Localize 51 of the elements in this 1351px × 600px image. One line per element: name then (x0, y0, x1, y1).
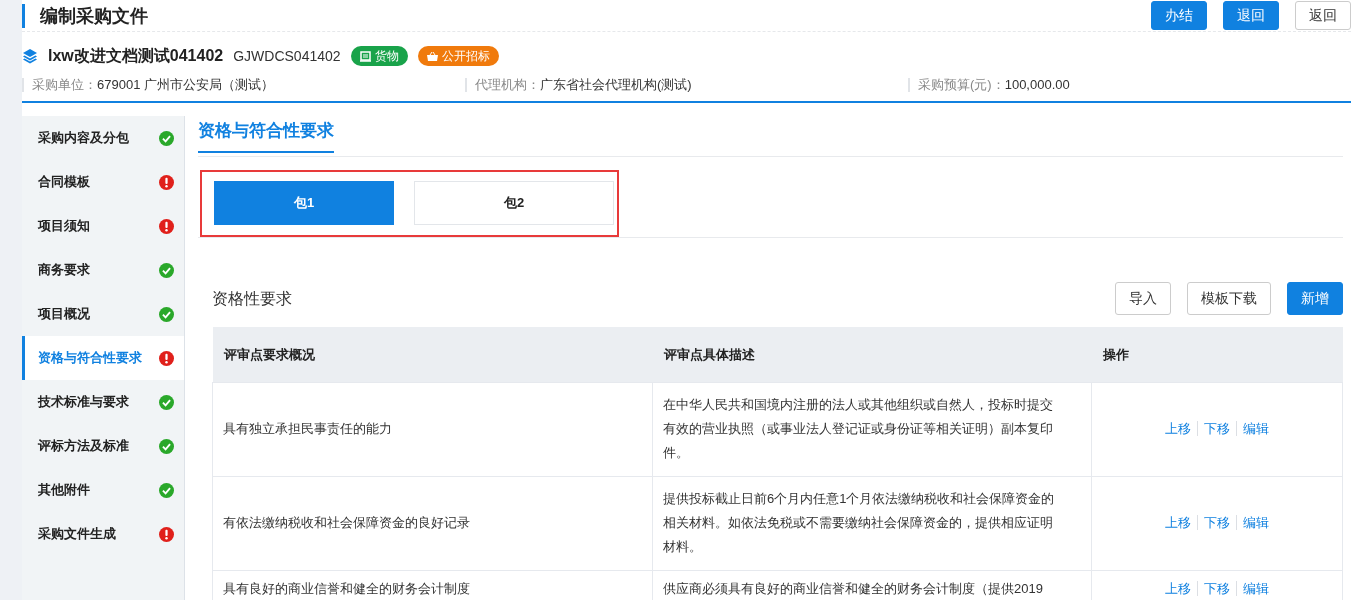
info-value: 广东省社会代理机构(测试) (540, 77, 692, 92)
header-button[interactable]: 办结 (1151, 1, 1207, 30)
info-value: 100,000.00 (1004, 77, 1070, 92)
table-cell: 在中华人民共和国境内注册的法人或其他组织或自然人，投标时提交有效的营业执照（或事业法人登记证或身份证等相关证明）副本复印件。 (652, 382, 1092, 476)
sidebar-item[interactable]: 其他附件 (22, 468, 184, 512)
column-header: 操作 (1091, 327, 1343, 382)
table-cell: 有依法缴纳税收和社会保障资金的良好记录 (212, 476, 653, 570)
section-title: 资格与符合性要求 (198, 116, 334, 153)
sidebar-item[interactable]: 项目须知 (22, 204, 184, 248)
table-cell: 具有良好的商业信誉和健全的财务会计制度 (212, 570, 653, 600)
column-header: 评审点具体描述 (652, 327, 1092, 382)
info-label: 代理机构： (475, 77, 540, 92)
action-link[interactable]: 上移 (1159, 421, 1197, 436)
sidebar-item[interactable]: 项目概况 (22, 292, 184, 336)
sidebar-item[interactable]: 合同模板 (22, 160, 184, 204)
package-tab[interactable]: 包2 (414, 181, 614, 225)
toolbar-button[interactable]: 模板下载 (1187, 282, 1271, 315)
action-link[interactable]: 下移 (1197, 421, 1236, 436)
column-header: 评审点要求概况 (212, 327, 653, 382)
page-title: 编制采购文件 (22, 3, 148, 28)
panel-title: 资格性要求 (212, 288, 292, 309)
action-link[interactable]: 编辑 (1236, 580, 1275, 596)
header-button[interactable]: 返回 (1295, 1, 1351, 30)
action-link[interactable]: 下移 (1197, 580, 1236, 596)
action-link[interactable]: 编辑 (1236, 421, 1275, 436)
table-cell: 具有独立承担民事责任的能力 (212, 382, 653, 476)
toolbar-button[interactable]: 新增 (1287, 282, 1343, 315)
basket-icon (426, 50, 438, 62)
project-code: GJWDCS041402 (233, 46, 341, 66)
sidebar-item[interactable]: 评标方法及标准 (22, 424, 184, 468)
package-tab[interactable]: 包1 (214, 181, 394, 225)
action-link[interactable]: 编辑 (1236, 515, 1275, 530)
info-label: 采购预算(元)： (918, 77, 1005, 92)
project-name: lxw改进文档测试041402 (48, 46, 224, 66)
sidebar-item[interactable]: 资格与符合性要求 (22, 336, 184, 380)
document-icon (359, 50, 371, 62)
tag-label: 货物 (374, 48, 399, 65)
toolbar-button[interactable]: 导入 (1115, 282, 1171, 315)
info-label: 采购单位： (32, 77, 97, 92)
header-button[interactable]: 退回 (1223, 1, 1279, 30)
layers-icon (22, 48, 38, 64)
sidebar-item[interactable]: 采购内容及分包 (22, 116, 184, 160)
sidebar-item[interactable]: 技术标准与要求 (22, 380, 184, 424)
sidebar-item[interactable]: 商务要求 (22, 248, 184, 292)
sidebar-item[interactable]: 采购文件生成 (22, 512, 184, 556)
tag-label: 公开招标 (441, 48, 490, 65)
action-link[interactable]: 上移 (1159, 580, 1197, 596)
table-cell: 提供投标截止日前6个月内任意1个月依法缴纳税收和社会保障资金的相关材料。如依法免税或不需要缴纳社会保障资金的，提供相应证明材料。 (652, 476, 1092, 570)
action-link[interactable]: 上移 (1159, 515, 1197, 530)
action-link[interactable]: 下移 (1197, 515, 1236, 530)
info-value: 679001 广州市公安局（测试） (97, 77, 274, 92)
